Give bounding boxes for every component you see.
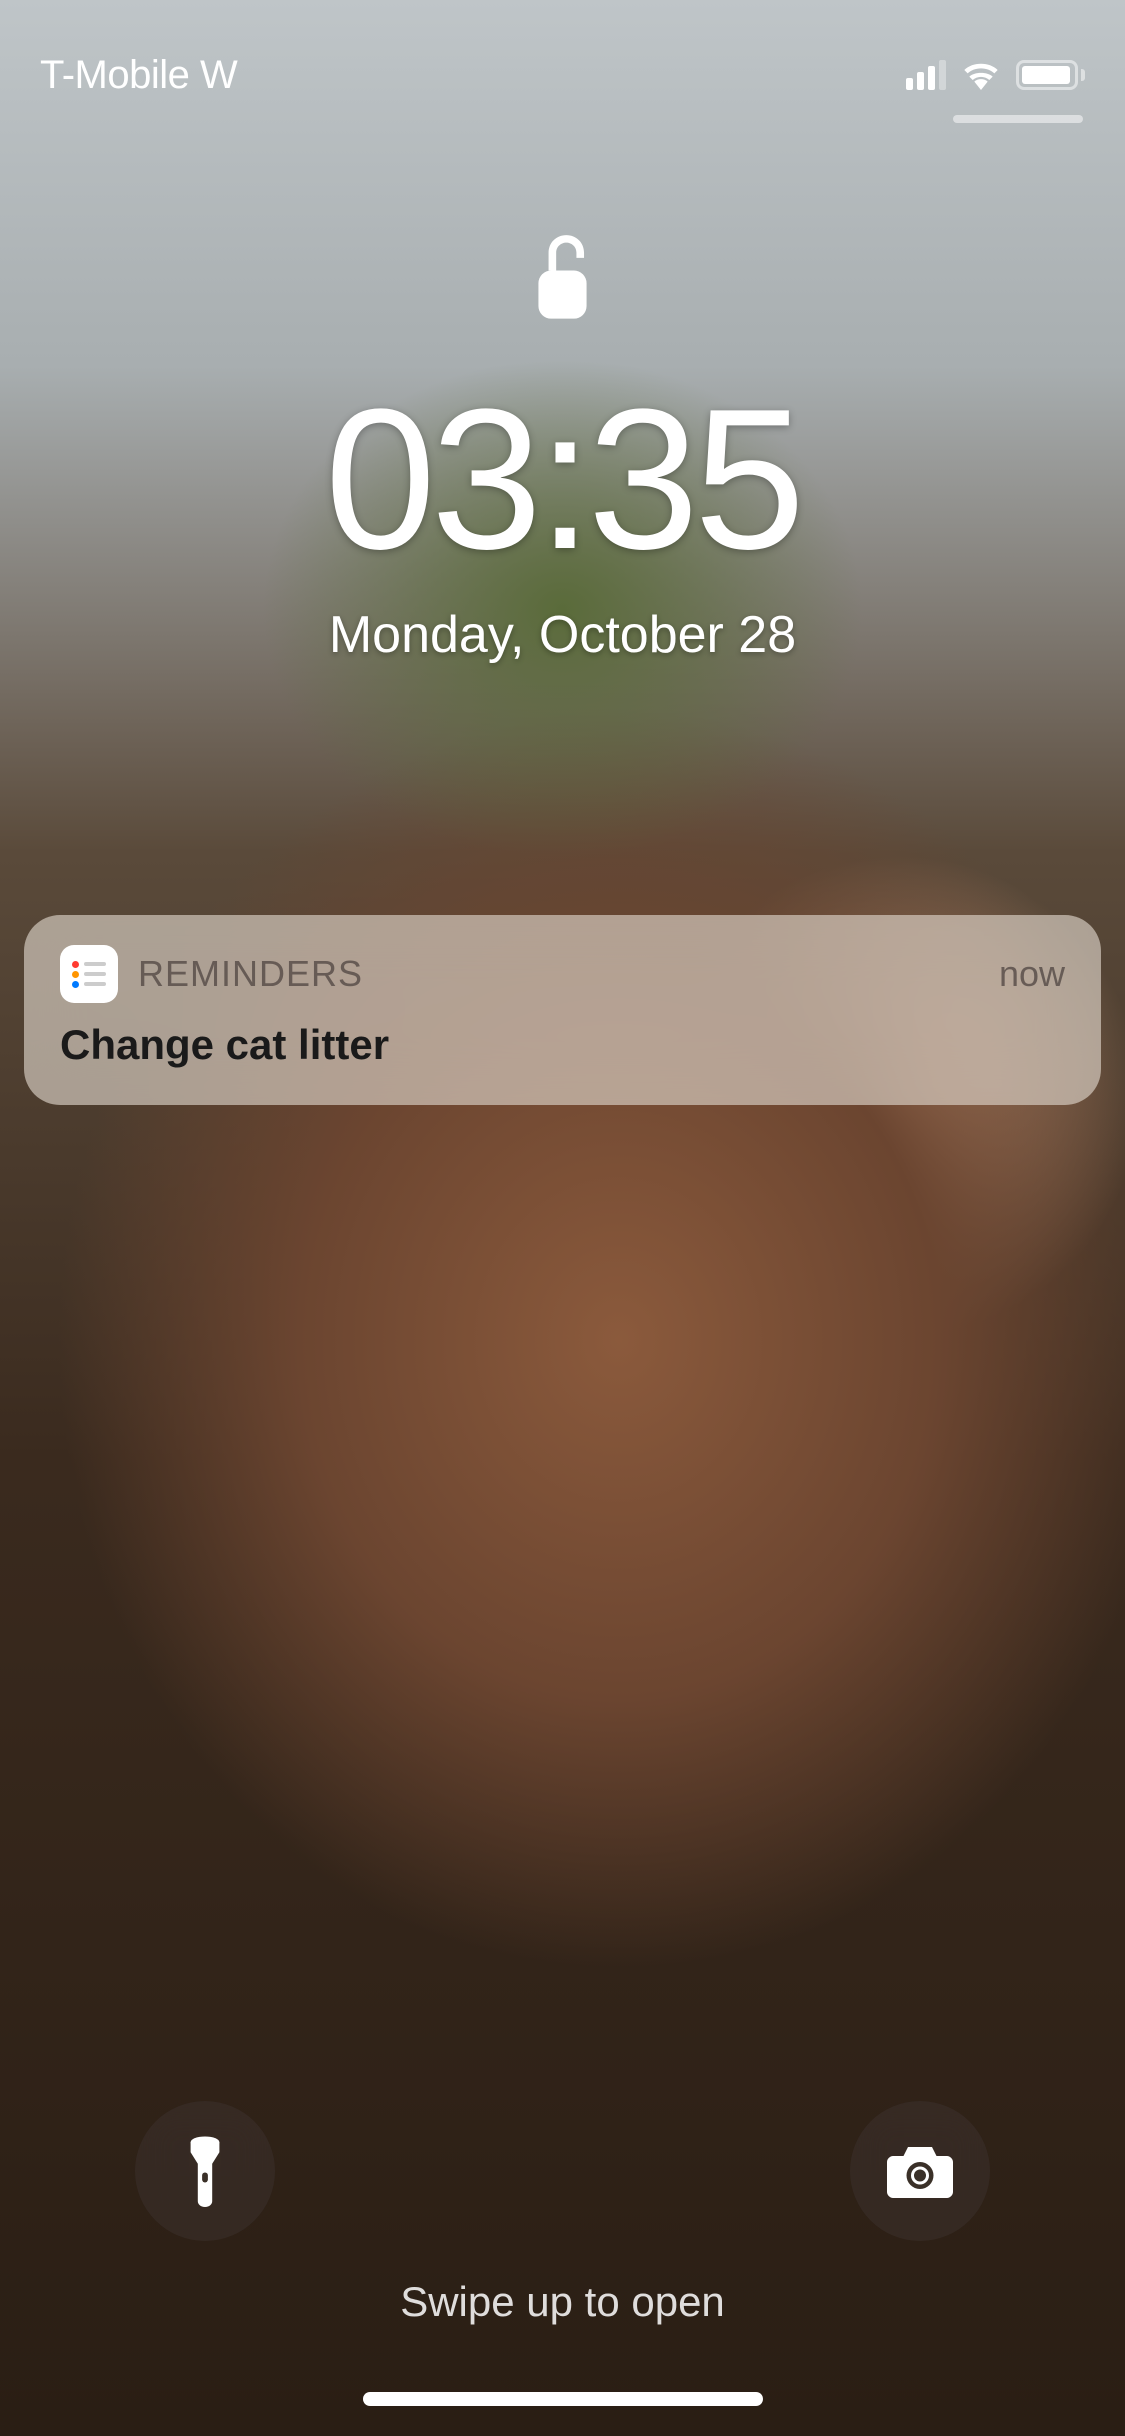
camera-button[interactable] [850, 2101, 990, 2241]
notification-card[interactable]: REMINDERS now Change cat litter [24, 915, 1101, 1105]
clock-time: 03:35 [325, 380, 801, 580]
unlocked-icon [530, 230, 595, 325]
notification-timestamp: now [999, 953, 1065, 995]
battery-icon [1016, 60, 1085, 90]
home-indicator[interactable] [363, 2392, 763, 2406]
flashlight-button[interactable] [135, 2101, 275, 2241]
charge-indicator [953, 115, 1083, 123]
notification-header: REMINDERS now [60, 945, 1065, 1003]
camera-icon [887, 2144, 953, 2198]
bottom-controls: Swipe up to open [0, 2056, 1125, 2436]
clock-date: Monday, October 28 [329, 605, 796, 665]
notification-title: Change cat litter [60, 1021, 1065, 1069]
flashlight-icon [183, 2135, 227, 2207]
carrier-label: T-Mobile W [40, 53, 237, 98]
reminders-app-icon [60, 945, 118, 1003]
lock-screen-content[interactable]: 03:35 Monday, October 28 [0, 230, 1125, 665]
swipe-hint-label: Swipe up to open [0, 2278, 1125, 2326]
status-icons [906, 60, 1085, 90]
notification-app-name: REMINDERS [138, 953, 363, 995]
cellular-signal-icon [906, 60, 946, 90]
status-bar: T-Mobile W [0, 0, 1125, 130]
wifi-icon [960, 60, 1002, 90]
